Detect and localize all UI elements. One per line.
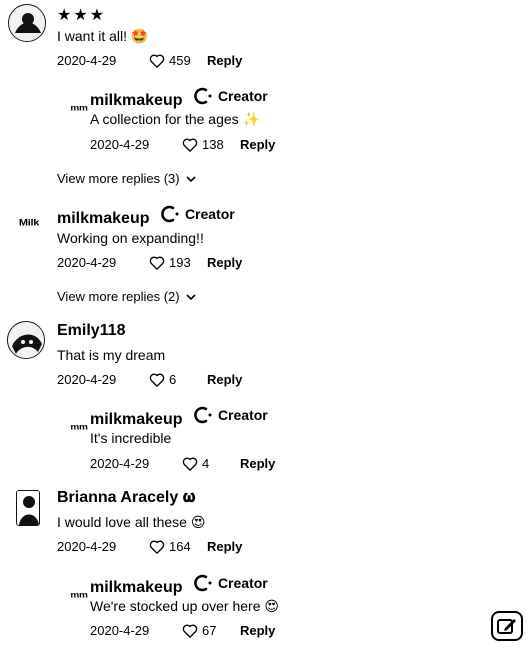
avatar[interactable] [8, 4, 46, 42]
comment-meta: 2020-4-29 6 Reply [57, 372, 242, 387]
heart-outline-icon [182, 457, 198, 471]
creator-label: Creator [217, 575, 268, 591]
comment-text: A collection for the ages ✨ [90, 111, 260, 127]
comment-meta: 2020-4-29 4 Reply [90, 456, 275, 471]
username-text: milkmakeup [90, 579, 183, 596]
username[interactable]: milkmakeup Creator [90, 406, 268, 429]
avatar[interactable] [7, 321, 45, 359]
username[interactable]: milkmakeup Creator [90, 574, 268, 597]
username[interactable]: Brianna Aracely 𝛚 [57, 489, 195, 507]
username[interactable]: milkmakeup Creator [90, 87, 268, 110]
reply-button[interactable]: Reply [207, 255, 242, 270]
avatar[interactable] [16, 490, 40, 526]
reply-button[interactable]: Reply [240, 456, 275, 471]
avatar[interactable]: Milk [14, 213, 44, 233]
like-button[interactable]: 4 [182, 456, 240, 471]
reply-button[interactable]: Reply [207, 372, 242, 387]
creator-badge-icon [161, 205, 179, 223]
view-more-replies[interactable]: View more replies (2) [57, 289, 196, 304]
username-text: milkmakeup [57, 210, 150, 227]
username[interactable]: milkmakeup Creator [57, 205, 235, 228]
comment-date: 2020-4-29 [57, 53, 117, 68]
reply-button[interactable]: Reply [240, 623, 275, 638]
comment-meta: 2020-4-29 138 Reply [90, 137, 275, 152]
view-more-label: View more replies (2) [57, 289, 180, 304]
comment-date: 2020-4-29 [57, 255, 117, 270]
view-more-replies[interactable]: View more replies (3) [57, 171, 196, 186]
comment-date: 2020-4-29 [90, 623, 150, 638]
comment-meta: 2020-4-29 193 Reply [57, 255, 242, 270]
like-count: 193 [169, 255, 191, 270]
comment-text: We're stocked up over here 😍 [90, 598, 279, 614]
like-button[interactable]: 193 [149, 255, 207, 270]
comment-date: 2020-4-29 [57, 539, 117, 554]
comment-text: I want it all! 🤩 [57, 28, 149, 44]
reply-button[interactable]: Reply [240, 137, 275, 152]
creator-badge: Creator [160, 205, 235, 223]
comment-meta: 2020-4-29 67 Reply [90, 623, 275, 638]
compose-icon [497, 619, 516, 634]
reply-button[interactable]: Reply [207, 539, 242, 554]
like-button[interactable]: 6 [149, 372, 207, 387]
avatar-text: Milk [18, 217, 40, 229]
heart-outline-icon [149, 373, 165, 387]
heart-outline-icon [149, 54, 165, 68]
heart-outline-icon [149, 256, 165, 270]
comment-text: I would love all these 😍 [57, 514, 206, 530]
like-button[interactable]: 67 [182, 623, 240, 638]
comment-date: 2020-4-29 [90, 137, 150, 152]
creator-badge-icon [194, 87, 212, 105]
creator-badge-icon [194, 574, 212, 592]
like-button[interactable]: 164 [149, 539, 207, 554]
reply-button[interactable]: Reply [207, 53, 242, 68]
like-button[interactable]: 459 [149, 53, 207, 68]
heart-outline-icon [149, 540, 165, 554]
view-more-label: View more replies (3) [57, 171, 180, 186]
creator-label: Creator [184, 206, 235, 222]
creator-badge: Creator [193, 87, 268, 105]
username-text: milkmakeup [90, 411, 183, 428]
comment-date: 2020-4-29 [57, 372, 117, 387]
username[interactable]: ★★★ [57, 5, 106, 25]
comment-text: Working on expanding!! [57, 230, 204, 246]
comment-date: 2020-4-29 [90, 456, 150, 471]
username[interactable]: Emily118 [57, 322, 126, 340]
creator-label: Creator [217, 88, 268, 104]
comment-meta: 2020-4-29 459 Reply [57, 53, 242, 68]
chevron-down-icon [186, 175, 196, 182]
chevron-down-icon [186, 293, 196, 300]
comment-meta: 2020-4-29 164 Reply [57, 539, 242, 554]
creator-badge-icon [194, 406, 212, 424]
like-count: 67 [202, 623, 217, 638]
compose-button[interactable] [491, 611, 523, 641]
username-text: milkmakeup [90, 92, 183, 109]
comment-text: That is my dream [57, 347, 166, 363]
like-count: 6 [169, 372, 177, 387]
creator-badge: Creator [193, 574, 268, 592]
like-button[interactable]: 138 [182, 137, 240, 152]
comment-text: It's incredible [90, 430, 172, 446]
like-count: 138 [202, 137, 224, 152]
like-count: 4 [202, 456, 210, 471]
like-count: 459 [169, 53, 191, 68]
heart-outline-icon [182, 624, 198, 638]
creator-badge: Creator [193, 406, 268, 424]
creator-label: Creator [217, 407, 268, 423]
heart-outline-icon [182, 138, 198, 152]
like-count: 164 [169, 539, 191, 554]
